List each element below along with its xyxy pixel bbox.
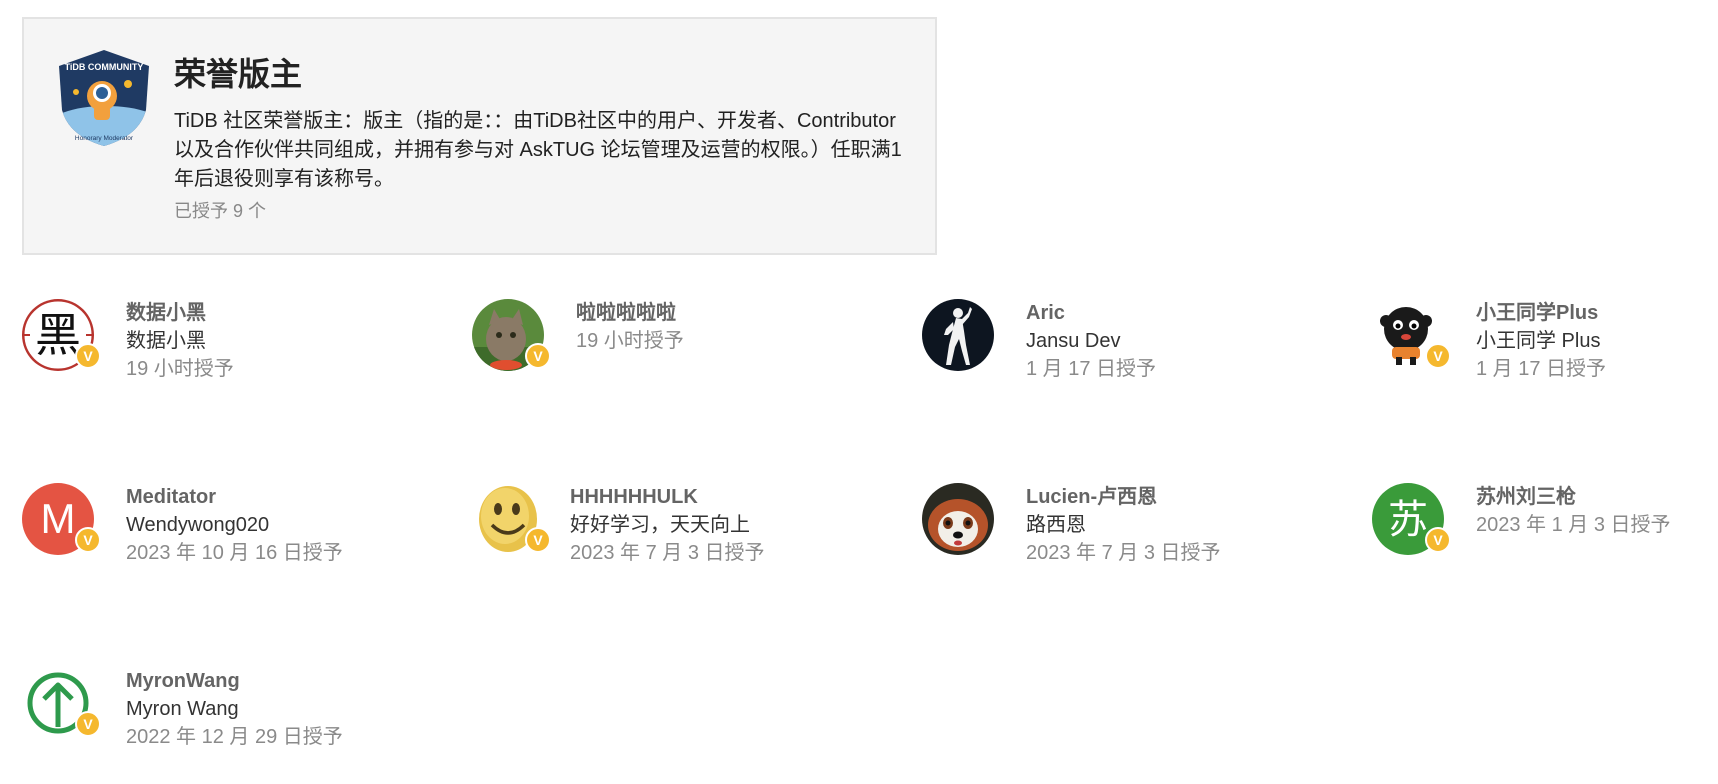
svg-text:TiDB COMMUNITY: TiDB COMMUNITY [65, 62, 144, 72]
avatar[interactable] [922, 483, 994, 555]
user-title: Wendywong020 [126, 514, 270, 536]
badge-title: 荣誉版主 [174, 56, 303, 92]
badge-icon: TiDB COMMUNITY Honorary Moderator [59, 50, 149, 146]
user-card[interactable]: V 小王同学Plus 小王同学 Plus 1 月 17 日授予 [1372, 299, 1718, 409]
username-link[interactable]: Aric [1026, 299, 1156, 327]
granted-date: 2023 年 7 月 3 日授予 [1026, 542, 1221, 564]
user-card[interactable]: M V Meditator Wendywong020 2023 年 10 月 1… [22, 483, 452, 593]
granted-date: 2023 年 1 月 3 日授予 [1476, 514, 1671, 536]
flair-badge: V [1425, 527, 1451, 553]
username-link[interactable]: Meditator [126, 483, 343, 511]
username-link[interactable]: 苏州刘三枪 [1476, 483, 1671, 511]
user-card[interactable]: V MyronWang Myron Wang 2022 年 12 月 29 日授… [22, 667, 452, 777]
granted-date: 2023 年 10 月 16 日授予 [126, 542, 343, 564]
red-panda-icon [922, 483, 994, 555]
flair-badge: V [525, 343, 551, 369]
flair-badge: V [1425, 343, 1451, 369]
svg-text:苏: 苏 [1388, 497, 1428, 543]
user-card[interactable]: 黑 V 数据小黑 数据小黑 19 小时授予 [22, 299, 452, 409]
user-card[interactable]: Lucien-卢西恩 路西恩 2023 年 7 月 3 日授予 [922, 483, 1352, 593]
granted-date: 1 月 17 日授予 [1026, 358, 1157, 380]
flair-badge: V [525, 527, 551, 553]
badge-description: TiDB 社区荣誉版主：版主（指的是：：由TiDB社区中的用户、开发者、Cont… [174, 110, 902, 190]
username-link[interactable]: Lucien-卢西恩 [1026, 483, 1221, 511]
username-link[interactable]: 啦啦啦啦啦 [576, 299, 684, 327]
granted-count: 已授予 9 个 [174, 201, 267, 221]
user-title: 数据小黑 [126, 330, 206, 352]
user-title: Myron Wang [126, 698, 239, 720]
flair-badge: V [75, 527, 101, 553]
flair-badge: V [75, 711, 101, 737]
user-title: 好好学习，天天向上 [570, 514, 750, 536]
username-link[interactable]: HHHHHHULK [570, 483, 765, 511]
user-card[interactable]: Aric Jansu Dev 1 月 17 日授予 [922, 299, 1352, 409]
avatar[interactable] [922, 299, 994, 371]
user-title: 小王同学 Plus [1476, 330, 1601, 352]
user-title: Jansu Dev [1026, 330, 1121, 352]
svg-text:Honorary Moderator: Honorary Moderator [75, 135, 134, 142]
user-title: 路西恩 [1026, 514, 1086, 536]
username-link[interactable]: 小王同学Plus [1476, 299, 1606, 327]
badge-card: TiDB COMMUNITY Honorary Moderator 荣誉版主 T… [22, 17, 937, 255]
user-card[interactable]: V HHHHHHULK 好好学习，天天向上 2023 年 7 月 3 日授予 [472, 483, 902, 593]
granted-date: 2023 年 7 月 3 日授予 [570, 542, 765, 564]
dancer-silhouette-icon [922, 299, 994, 371]
user-card[interactable]: 苏 V 苏州刘三枪 2023 年 1 月 3 日授予 [1372, 483, 1718, 593]
username-link[interactable]: 数据小黑 [126, 299, 234, 327]
flair-badge: V [75, 343, 101, 369]
username-link[interactable]: MyronWang [126, 667, 343, 695]
svg-text:M: M [41, 495, 76, 542]
user-card[interactable]: V 啦啦啦啦啦 19 小时授予 [472, 299, 902, 409]
granted-date: 1 月 17 日授予 [1476, 358, 1607, 380]
granted-date: 2022 年 12 月 29 日授予 [126, 726, 343, 748]
granted-date: 19 小时授予 [126, 358, 234, 380]
granted-date: 19 小时授予 [576, 330, 684, 352]
